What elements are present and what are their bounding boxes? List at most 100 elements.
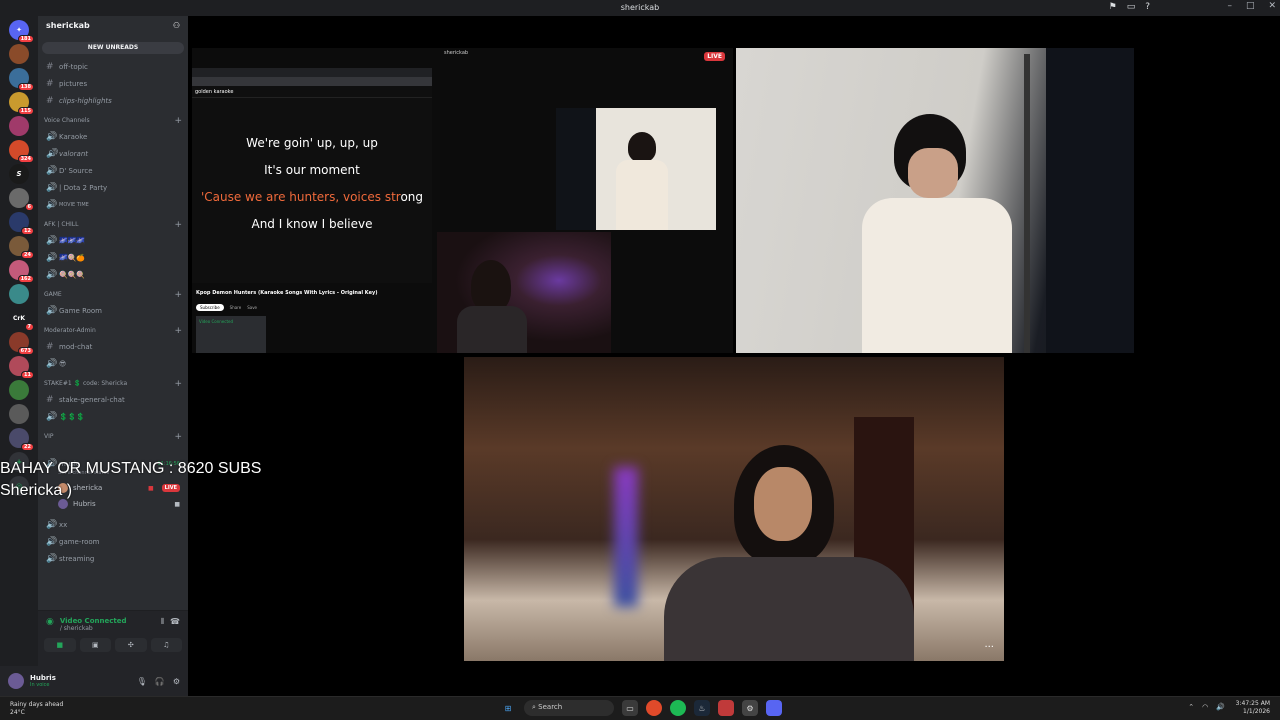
server-icon[interactable]: 24	[9, 236, 34, 259]
server-icon[interactable]: 6	[9, 188, 34, 211]
disconnect-icon[interactable]: ☎	[170, 617, 180, 626]
add-member-icon[interactable]: ⚇	[173, 21, 180, 33]
chrome-icon[interactable]	[646, 700, 662, 716]
add-channel-icon[interactable]: +	[174, 432, 182, 442]
channel-mod-chat[interactable]: # mod-chat	[38, 338, 188, 355]
category-vip[interactable]: VIP +	[38, 429, 188, 444]
volume-icon[interactable]: 🔊	[1216, 703, 1225, 711]
voice-channel-mod[interactable]: 🔊 😎	[38, 355, 188, 372]
mic-icon[interactable]: 🎙	[137, 677, 147, 686]
more-options-icon[interactable]: ···	[984, 642, 994, 653]
activities-button[interactable]: ✣	[115, 638, 147, 652]
server-icon[interactable]: 22	[9, 428, 34, 451]
hash-icon: #	[46, 61, 54, 72]
discord-icon[interactable]	[766, 700, 782, 716]
voice-channel-afk-3[interactable]: 🔊 🍭🍭🍭	[38, 266, 188, 283]
clock[interactable]: 3:47:25 AM 1/1/2026	[1236, 700, 1270, 716]
maximize-button[interactable]: □	[1246, 1, 1255, 11]
settings-gear-icon[interactable]: ⚙	[173, 677, 180, 686]
server-icon[interactable]	[9, 44, 29, 64]
screen-icon[interactable]: ▭	[1127, 2, 1136, 12]
inbox-icon[interactable]: ⚑	[1109, 2, 1117, 12]
category-voice-channels[interactable]: Voice Channels +	[38, 113, 188, 128]
discord-home-icon[interactable]: ✦ 181	[9, 20, 34, 43]
voice-channel-source[interactable]: 🔊 D' Source	[38, 162, 188, 179]
lamp-glow	[614, 467, 638, 607]
voice-channel-dota[interactable]: 🔊 | Dota 2 Party	[38, 179, 188, 196]
category-moderator[interactable]: Moderator-Admin +	[38, 323, 188, 338]
share-button: Share	[229, 305, 242, 310]
signal-icon[interactable]: ◉	[46, 617, 54, 627]
server-icon[interactable]: 138	[9, 68, 34, 91]
camera-tile-main[interactable]: ···	[464, 357, 1004, 661]
windows-taskbar: Rainy days ahead 24°C ⊞ ⌕ Search ▭ ♨ ⚙ ⌃…	[0, 696, 1280, 720]
avatar[interactable]	[8, 673, 24, 689]
voice-status[interactable]: Video Connected	[60, 617, 127, 625]
voice-channel-afk-2[interactable]: 🔊 🌌🍭🍊	[38, 249, 188, 266]
start-icon[interactable]: ⊞	[500, 700, 516, 716]
voice-channel-xx[interactable]: 🔊 xx	[38, 516, 188, 533]
stake-server-icon[interactable]: S	[9, 164, 29, 184]
camera-toggle-button[interactable]: ■	[44, 638, 76, 652]
server-icon[interactable]	[9, 380, 29, 400]
voice-channel-stake[interactable]: 🔊 💲💲💲	[38, 408, 188, 425]
channel-pictures[interactable]: # pictures	[38, 75, 188, 92]
camera-tile-shericka[interactable]	[736, 48, 1134, 353]
voice-channel-game-room-2[interactable]: 🔊 game-room	[38, 533, 188, 550]
headphones-icon[interactable]: 🎧	[155, 677, 165, 686]
add-channel-icon[interactable]: +	[174, 290, 182, 300]
voice-channel-game-room[interactable]: 🔊 Game Room	[38, 302, 188, 319]
title-bar: sherickab ⚑ ▭ ? – □ ✕	[0, 0, 1280, 16]
steam-icon[interactable]: ♨	[694, 700, 710, 716]
server-icon[interactable]: 12	[9, 212, 34, 235]
speaker-icon: 🔊	[46, 358, 58, 369]
soundboard-button[interactable]: ♫	[150, 638, 182, 652]
add-channel-icon[interactable]: +	[174, 326, 182, 336]
settings-icon[interactable]: ⚙	[742, 700, 758, 716]
spotify-icon[interactable]	[670, 700, 686, 716]
server-icon[interactable]: 162	[9, 260, 34, 283]
server-icon[interactable]	[9, 116, 29, 136]
category-game[interactable]: GAME +	[38, 287, 188, 302]
close-button[interactable]: ✕	[1268, 1, 1276, 11]
screen-share-tile[interactable]: sherickab LIVE golden karaoke We're goin…	[192, 48, 733, 353]
voice-channel-streaming[interactable]: 🔊 streaming	[38, 550, 188, 567]
add-channel-icon[interactable]: +	[174, 116, 182, 126]
category-stake[interactable]: STAKE#1 💲 code: Shericka +	[38, 376, 188, 391]
category-afk[interactable]: AFK | CHILL +	[38, 217, 188, 232]
voice-channel-karaoke[interactable]: 🔊 Karaoke	[38, 128, 188, 145]
voice-channel-valorant[interactable]: 🔊 valorant	[38, 145, 188, 162]
server-header[interactable]: sherickab ⚇	[38, 16, 188, 38]
server-icon[interactable]: 673	[9, 332, 34, 355]
channel-stake-general-chat[interactable]: # stake-general-chat	[38, 391, 188, 408]
voice-channel-afk-1[interactable]: 🔊 🌌🌌🌌	[38, 232, 188, 249]
search-box[interactable]: ⌕ Search	[524, 700, 614, 716]
task-view-icon[interactable]: ▭	[622, 700, 638, 716]
channel-off-topic[interactable]: # off-topic	[38, 58, 188, 75]
channel-clips-highlights[interactable]: # clips-highlights	[38, 92, 188, 109]
app-icon[interactable]	[718, 700, 734, 716]
video-title: Kpop Demon Hunters (Karaoke Songs With L…	[196, 290, 378, 296]
new-unreads-banner[interactable]: NEW UNREADS	[42, 42, 184, 54]
server-icon[interactable]: CrK 7	[9, 308, 34, 331]
add-channel-icon[interactable]: +	[174, 220, 182, 230]
tray-chevron-icon[interactable]: ⌃	[1188, 703, 1194, 711]
add-channel-icon[interactable]: +	[174, 379, 182, 389]
server-icon[interactable]: 11	[9, 356, 34, 379]
server-icon[interactable]	[9, 404, 29, 424]
overlay-line-1: BAHAY OR MUSTANG : 8620 SUBS	[0, 460, 262, 477]
screen-share-button[interactable]: ▣	[79, 638, 111, 652]
minimize-button[interactable]: –	[1227, 1, 1232, 11]
inner-camera-2	[437, 232, 611, 353]
voice-channel-movie-time[interactable]: 🔊 MOVIE TIME	[38, 196, 188, 213]
weather-widget[interactable]: Rainy days ahead 24°C	[10, 701, 63, 717]
noise-suppression-icon[interactable]: ⦀	[161, 617, 165, 627]
help-icon[interactable]: ?	[1145, 2, 1150, 12]
wifi-icon[interactable]: ◠	[1202, 703, 1208, 711]
server-name: sherickab	[46, 21, 90, 30]
server-icon[interactable]	[9, 284, 29, 304]
lyric-line: We're goin' up, up, up	[246, 136, 378, 150]
server-icon[interactable]: 115	[9, 92, 34, 115]
server-icon[interactable]: 324	[9, 140, 34, 163]
overlay-line-2: Shericka )	[0, 482, 73, 499]
